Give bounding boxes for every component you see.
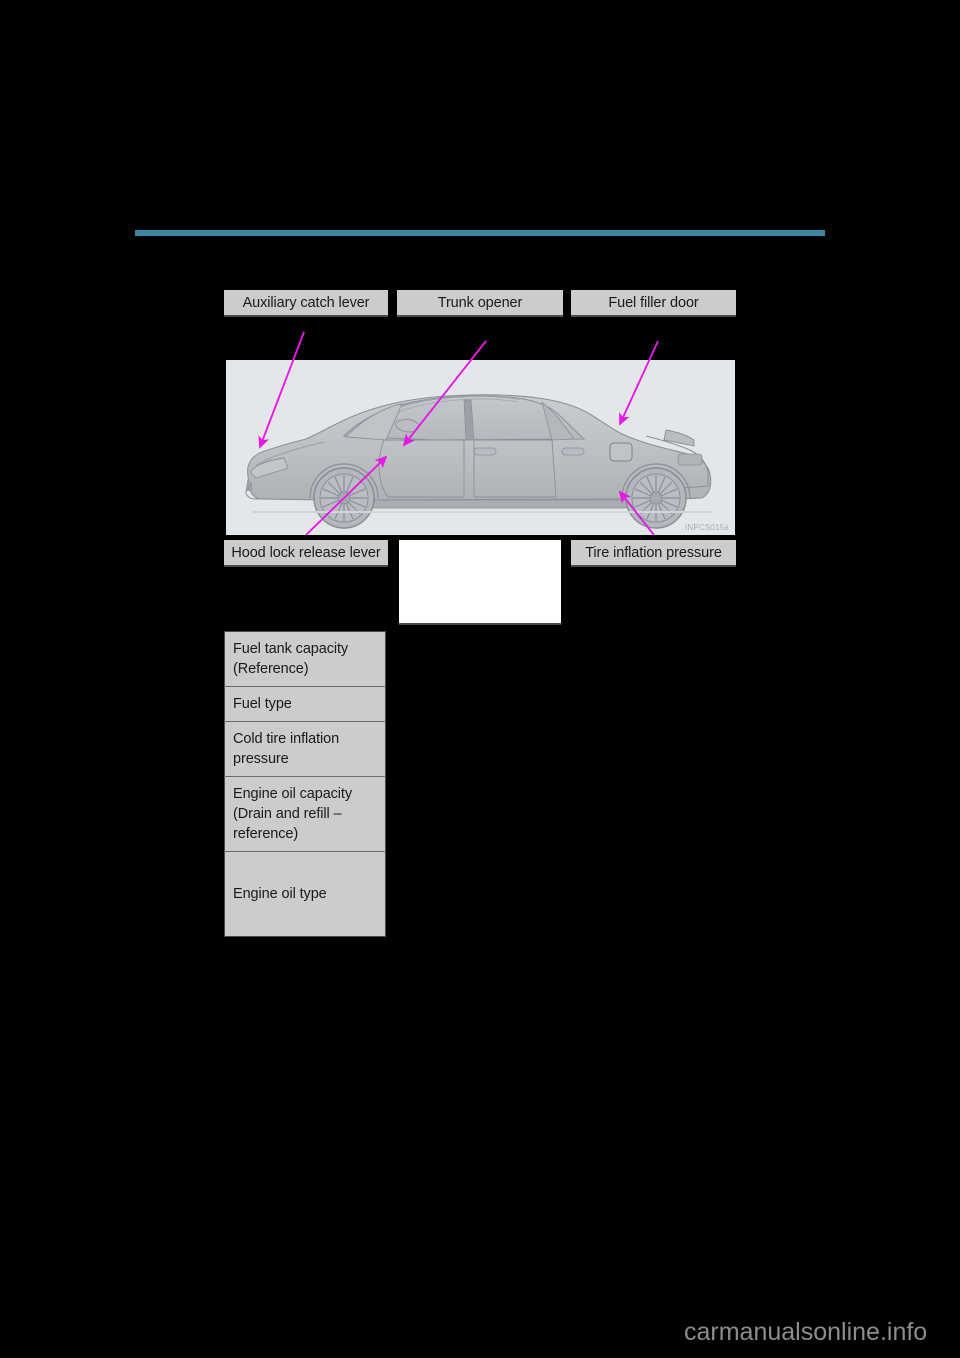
- car-rear-wheel: [625, 467, 687, 529]
- callout-auxiliary-catch-lever: Auxiliary catch lever: [224, 290, 388, 317]
- table-row: Fuel tank capacity (Reference): [224, 631, 386, 687]
- table-row: Fuel type: [224, 686, 386, 722]
- table-row: Engine oil capacity (Drain and refill – …: [224, 776, 386, 852]
- fuel-filler-door-hotspot: [609, 442, 633, 462]
- spec-label-engine-oil-type: Engine oil type: [233, 886, 327, 902]
- callout-trunk-opener: Trunk opener: [397, 290, 563, 317]
- figure-code-watermark: INPCS015a: [684, 523, 729, 532]
- spec-label-engine-oil-capacity: Engine oil capacity (Drain and refill – …: [224, 776, 386, 852]
- car-rear-door-handle: [561, 447, 585, 456]
- vehicle-side-view-illustration: INPCS015a: [226, 360, 735, 535]
- document-page: Auxiliary catch lever Trunk opener Fuel …: [0, 0, 960, 1358]
- callout-leader-arrows: [258, 331, 659, 536]
- spec-label-fuel-type: Fuel type: [224, 686, 386, 722]
- spec-label-fuel-tank-capacity: Fuel tank capacity (Reference): [224, 631, 386, 687]
- callout-hood-lock-release-lever: Hood lock release lever: [224, 540, 388, 567]
- table-row: Engine oil type: [225, 852, 386, 937]
- callout-fuel-filler-door: Fuel filler door: [571, 290, 736, 317]
- spec-label-cold-tire-inflation-pressure: Cold tire inflation pressure: [224, 721, 386, 777]
- callout-blank-box: [399, 540, 561, 625]
- site-watermark: carmanualsonline.info: [684, 1318, 928, 1346]
- car-front-air-intake: [247, 482, 252, 491]
- car-rear-spoiler: [663, 429, 695, 447]
- callout-tire-inflation-pressure: Tire inflation pressure: [571, 540, 736, 567]
- vehicle-drawing-svg: [245, 394, 712, 529]
- table-row: Cold tire inflation pressure: [224, 721, 386, 777]
- car-front-wheel: [313, 467, 375, 529]
- car-front-door-handle: [473, 447, 497, 456]
- car-taillight: [677, 453, 703, 466]
- header-rule-divider: [135, 230, 825, 236]
- specifications-table: Fuel tank capacity (Reference) Fuel type…: [224, 631, 386, 937]
- car-rocker-panel: [365, 499, 635, 509]
